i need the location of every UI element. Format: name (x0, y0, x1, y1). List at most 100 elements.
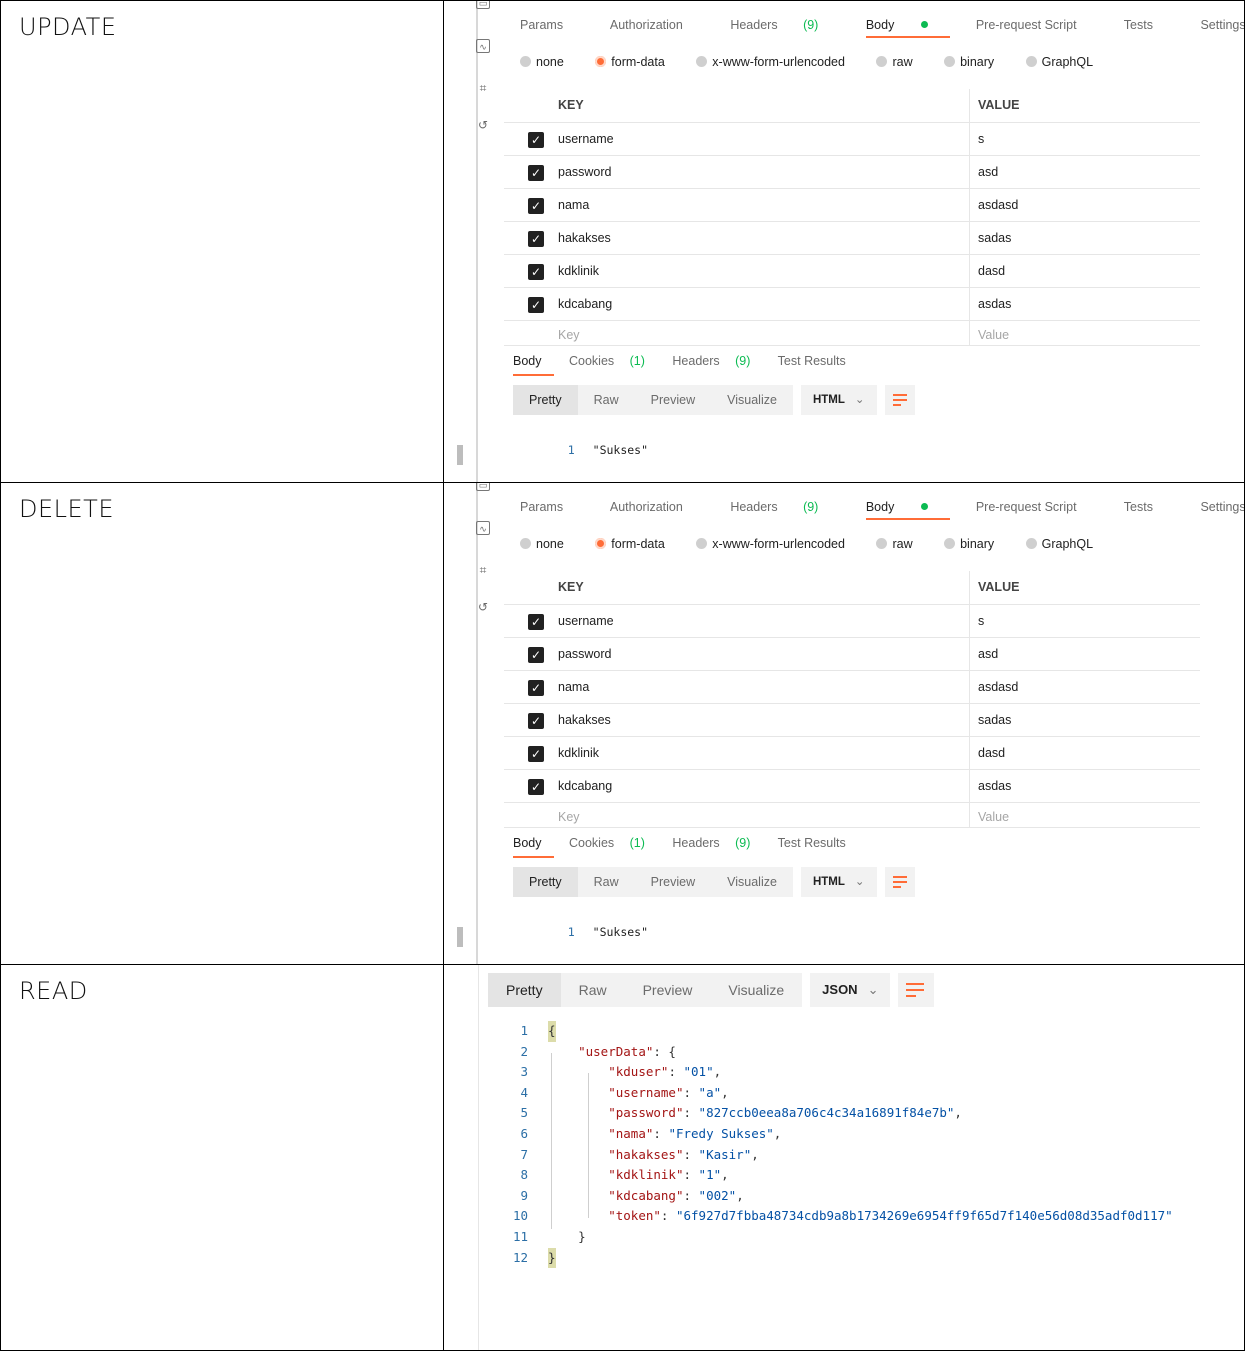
checkbox-checked-icon[interactable]: ✓ (528, 680, 544, 696)
format-select[interactable]: HTML ⌄ (800, 385, 877, 415)
key-cell[interactable]: username (558, 132, 614, 146)
view-pretty-button[interactable]: Pretty (513, 385, 578, 415)
view-preview-button[interactable]: Preview (625, 973, 711, 1007)
format-select[interactable]: HTML ⌄ (800, 867, 877, 897)
view-pretty-button[interactable]: Pretty (513, 867, 578, 897)
tab-body[interactable]: Body (866, 18, 951, 32)
wrap-lines-button[interactable] (884, 385, 915, 415)
tab-tests[interactable]: Tests (1124, 18, 1175, 32)
scrollbar-thumb[interactable] (457, 927, 463, 947)
key-cell[interactable]: kdcabang (558, 297, 612, 311)
value-cell[interactable]: asdasd (978, 680, 1018, 694)
tab-pre-request-script[interactable]: Pre-request Script (976, 18, 1099, 32)
radio-graphql[interactable]: GraphQL (1025, 537, 1107, 551)
graph-icon[interactable]: ⌗ (476, 81, 490, 95)
history-icon[interactable]: ↺ (476, 118, 490, 132)
tab-headers[interactable]: Headers (9) (730, 18, 840, 32)
view-visualize-button[interactable]: Visualize (711, 867, 793, 897)
view-pretty-button[interactable]: Pretty (488, 973, 561, 1007)
view-raw-button[interactable]: Raw (561, 973, 625, 1007)
tab-cookies[interactable]: Cookies (1) (569, 836, 657, 850)
tab-authorization[interactable]: Authorization (610, 18, 705, 32)
radio-binary[interactable]: binary (944, 55, 1008, 69)
value-cell[interactable]: asdas (978, 297, 1011, 311)
tab-params[interactable]: Params (520, 18, 585, 32)
tab-params[interactable]: Params (520, 500, 585, 514)
history-icon[interactable]: ↺ (476, 600, 490, 614)
radio-none[interactable]: none (520, 55, 578, 69)
checkbox-checked-icon[interactable]: ✓ (528, 713, 544, 729)
tab-headers[interactable]: Headers (9) (730, 500, 840, 514)
checkbox-checked-icon[interactable]: ✓ (528, 746, 544, 762)
checkbox-checked-icon[interactable]: ✓ (528, 779, 544, 795)
tab-authorization[interactable]: Authorization (610, 500, 705, 514)
key-input[interactable]: Key (558, 810, 580, 824)
tab-response-headers[interactable]: Headers (9) (672, 836, 762, 850)
value-cell[interactable]: asdasd (978, 198, 1018, 212)
key-cell[interactable]: kdklinik (558, 264, 599, 278)
tab-test-results[interactable]: Test Results (778, 836, 858, 850)
tab-settings[interactable]: Settings (1200, 500, 1244, 514)
view-preview-button[interactable]: Preview (635, 385, 711, 415)
value-cell[interactable]: s (978, 614, 984, 628)
value-cell[interactable]: sadas (978, 713, 1011, 727)
key-cell[interactable]: password (558, 165, 612, 179)
tab-tests[interactable]: Tests (1124, 500, 1175, 514)
checkbox-checked-icon[interactable]: ✓ (528, 264, 544, 280)
value-input[interactable]: Value (978, 328, 1009, 342)
wrap-lines-button[interactable] (898, 973, 935, 1007)
value-cell[interactable]: asdas (978, 779, 1011, 793)
activity-icon[interactable]: ∿ (476, 521, 490, 535)
radio-raw[interactable]: raw (876, 55, 926, 69)
tab-response-body[interactable]: Body (513, 354, 554, 368)
wrap-lines-button[interactable] (884, 867, 915, 897)
key-cell[interactable]: password (558, 647, 612, 661)
tab-cookies[interactable]: Cookies (1) (569, 354, 657, 368)
key-cell[interactable]: username (558, 614, 614, 628)
radio-none[interactable]: none (520, 537, 578, 551)
key-cell[interactable]: kdklinik (558, 746, 599, 760)
value-input[interactable]: Value (978, 810, 1009, 824)
radio-binary[interactable]: binary (944, 537, 1008, 551)
tab-test-results[interactable]: Test Results (778, 354, 858, 368)
radio-urlencoded[interactable]: x-www-form-urlencoded (696, 537, 859, 551)
view-raw-button[interactable]: Raw (578, 385, 635, 415)
checkbox-checked-icon[interactable]: ✓ (528, 297, 544, 313)
view-visualize-button[interactable]: Visualize (711, 385, 793, 415)
tab-response-body[interactable]: Body (513, 836, 554, 850)
tab-settings[interactable]: Settings (1200, 18, 1244, 32)
value-cell[interactable]: dasd (978, 264, 1005, 278)
checkbox-checked-icon[interactable]: ✓ (528, 647, 544, 663)
key-cell[interactable]: kdcabang (558, 779, 612, 793)
key-cell[interactable]: nama (558, 198, 589, 212)
view-visualize-button[interactable]: Visualize (710, 973, 802, 1007)
value-cell[interactable]: asd (978, 165, 998, 179)
radio-urlencoded[interactable]: x-www-form-urlencoded (696, 55, 859, 69)
key-input[interactable]: Key (558, 328, 580, 342)
code-icon[interactable]: ▭ (476, 1, 490, 9)
checkbox-checked-icon[interactable]: ✓ (528, 165, 544, 181)
view-raw-button[interactable]: Raw (578, 867, 635, 897)
key-cell[interactable]: hakakses (558, 231, 611, 245)
value-cell[interactable]: sadas (978, 231, 1011, 245)
radio-form-data[interactable]: form-data (595, 55, 679, 69)
graph-icon[interactable]: ⌗ (476, 563, 490, 577)
code-icon[interactable]: ▭ (476, 483, 490, 491)
checkbox-checked-icon[interactable]: ✓ (528, 231, 544, 247)
key-cell[interactable]: nama (558, 680, 589, 694)
radio-raw[interactable]: raw (876, 537, 926, 551)
checkbox-checked-icon[interactable]: ✓ (528, 132, 544, 148)
tab-pre-request-script[interactable]: Pre-request Script (976, 500, 1099, 514)
radio-form-data[interactable]: form-data (595, 537, 679, 551)
checkbox-checked-icon[interactable]: ✓ (528, 198, 544, 214)
checkbox-checked-icon[interactable]: ✓ (528, 614, 544, 630)
value-cell[interactable]: asd (978, 647, 998, 661)
value-cell[interactable]: s (978, 132, 984, 146)
radio-graphql[interactable]: GraphQL (1025, 55, 1107, 69)
value-cell[interactable]: dasd (978, 746, 1005, 760)
format-select[interactable]: JSON ⌄ (810, 973, 891, 1007)
key-cell[interactable]: hakakses (558, 713, 611, 727)
tab-response-headers[interactable]: Headers (9) (672, 354, 762, 368)
view-preview-button[interactable]: Preview (635, 867, 711, 897)
activity-icon[interactable]: ∿ (476, 39, 490, 53)
